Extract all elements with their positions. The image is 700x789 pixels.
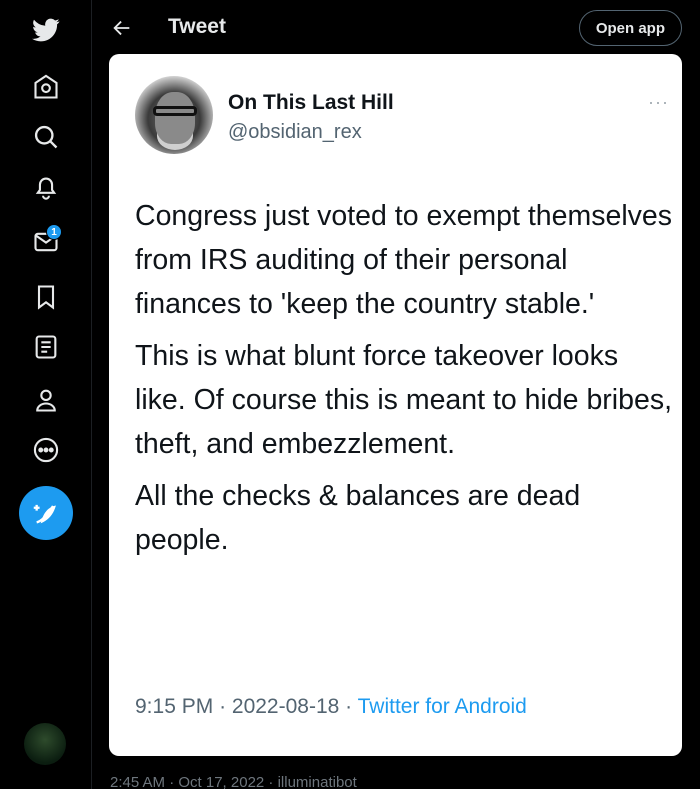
tweet-source: Twitter for Android [357,695,527,718]
tweet-date: 2022-08-18 [231,695,340,718]
open-app-button[interactable]: Open app [578,10,682,46]
back-arrow-icon[interactable] [108,14,136,42]
home-icon[interactable] [22,67,70,107]
author-display-name: On This Last Hill [228,91,394,114]
account-avatar[interactable] [24,723,66,765]
bookmarks-icon[interactable] [22,277,70,317]
tweet-paragraph: All the checks & balances are dead peopl… [135,480,581,556]
search-icon[interactable] [22,117,70,157]
page-title: Tweet [168,15,226,38]
tweet-metadata: 9:15 PM · 2022-08-18 · Twitter for Andro… [135,695,527,718]
tweet-card: On This Last Hill @obsidian_rex ··· Cong… [109,54,682,756]
notifications-bell-icon[interactable] [22,167,70,207]
sidebar-nav: 1 [0,0,92,789]
more-options-icon[interactable] [22,430,70,470]
post-timestamp: 2:45 AM · Oct 17, 2022 · illuminatibot [110,774,357,789]
tweet-time: 9:15 PM [135,695,214,718]
messages-count-badge: 1 [46,224,62,240]
more-dots-icon: ··· [648,92,669,112]
tweet-paragraph: This is what blunt force takeover looks … [135,340,672,460]
author-avatar [135,76,213,154]
page-header: Tweet Open app [92,0,700,56]
tweet-paragraph: Congress just voted to exempt themselves… [135,200,673,320]
messages-icon[interactable]: 1 [22,222,70,262]
tweet-text: Congress just voted to exempt themselves… [135,194,675,570]
twitter-logo-icon[interactable] [22,10,70,50]
compose-tweet-button[interactable] [19,486,73,540]
lists-icon[interactable] [22,327,70,367]
author-handle: @obsidian_rex [228,121,362,143]
profile-icon[interactable] [22,380,70,420]
